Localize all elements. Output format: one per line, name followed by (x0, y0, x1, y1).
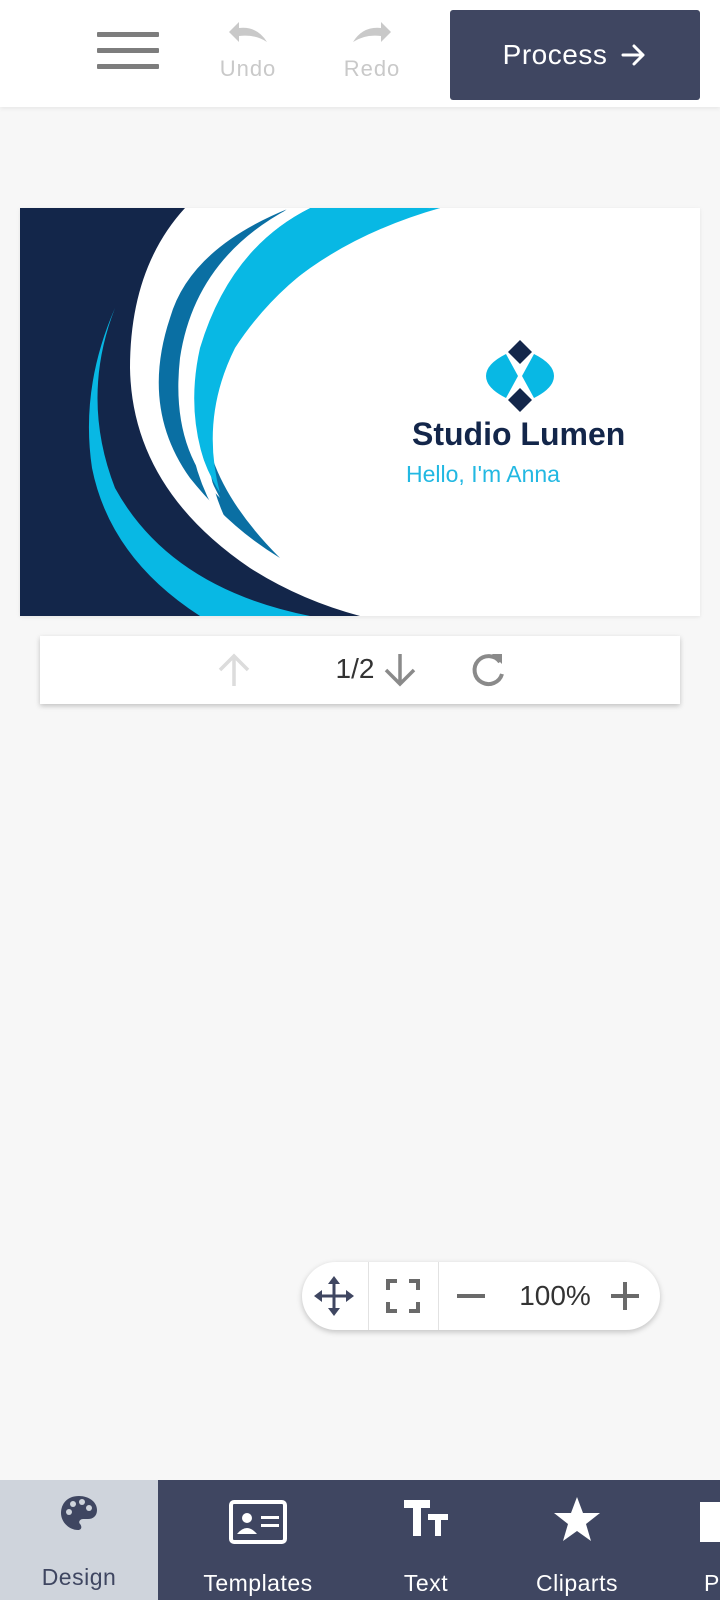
process-button[interactable]: Process (450, 10, 700, 100)
zoom-controls: 100% (302, 1262, 660, 1330)
hamburger-menu-icon[interactable] (97, 30, 161, 74)
undo-icon (229, 22, 267, 42)
zoom-out-icon[interactable] (454, 1279, 488, 1313)
star-icon (554, 1497, 600, 1541)
card-wave-graphic (20, 208, 700, 616)
redo-button[interactable]: Redo (322, 18, 422, 92)
redo-icon (353, 22, 391, 42)
id-card-icon (229, 1500, 287, 1544)
tab-cliparts[interactable]: Cliparts (494, 1480, 660, 1600)
tab-photos[interactable]: Pl (700, 1480, 720, 1600)
undo-label: Undo (219, 56, 277, 81)
company-name-text[interactable]: Studio Lumen (412, 416, 692, 453)
arrow-right-icon (621, 44, 645, 66)
photo-icon (700, 1502, 720, 1542)
zoom-in-icon[interactable] (608, 1279, 642, 1313)
greeting-text[interactable]: Hello, I'm Anna (406, 461, 666, 488)
redo-label: Redo (343, 56, 401, 81)
move-icon[interactable] (314, 1276, 354, 1316)
logo-icon (486, 340, 554, 412)
refresh-icon[interactable] (468, 650, 508, 690)
business-card-preview[interactable]: Studio Lumen Hello, I'm Anna (20, 208, 700, 616)
tab-photos-label: Pl (704, 1570, 720, 1596)
tab-templates-label: Templates (203, 1570, 313, 1596)
arrow-down-icon[interactable] (380, 650, 420, 690)
page-navigator: 1/2 (40, 636, 680, 704)
fit-screen-icon[interactable] (386, 1279, 420, 1313)
process-label: Process (502, 39, 608, 70)
tab-cliparts-label: Cliparts (536, 1570, 618, 1596)
tab-design-label: Design (41, 1564, 117, 1590)
arrow-up-icon[interactable] (214, 650, 254, 690)
divider (438, 1262, 439, 1330)
divider (368, 1262, 369, 1330)
tab-templates[interactable]: Templates (158, 1480, 358, 1600)
bottom-tab-bar: Design Templates Text Cliparts Pl (0, 1480, 720, 1600)
palette-icon (61, 1496, 97, 1530)
zoom-level: 100% (519, 1280, 591, 1311)
tab-text-label: Text (403, 1570, 449, 1596)
undo-button[interactable]: Undo (198, 18, 298, 92)
tab-design[interactable]: Design (0, 1480, 158, 1600)
top-toolbar: Undo Redo Process (0, 0, 720, 107)
tab-text[interactable]: Text (358, 1480, 494, 1600)
text-size-icon (404, 1500, 448, 1536)
